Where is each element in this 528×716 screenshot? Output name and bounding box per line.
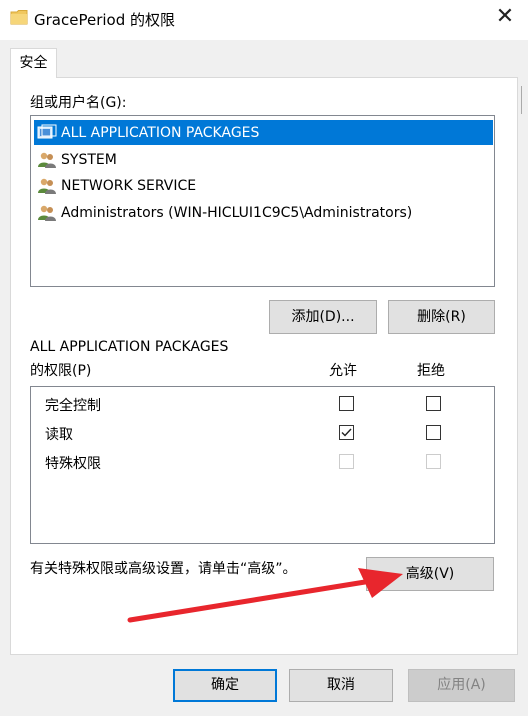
group-or-user-label: 组或用户名(G):: [30, 95, 127, 111]
principal-name: NETWORK SERVICE: [61, 177, 197, 194]
deny-checkbox: [426, 454, 441, 469]
add-button[interactable]: 添加(D)...: [269, 300, 377, 334]
column-allow-header: 允许: [329, 363, 357, 379]
list-item[interactable]: SYSTEM: [34, 147, 493, 172]
principal-name: Administrators (WIN-HICLUI1C9C5\Administ…: [61, 204, 413, 221]
folder-icon: [10, 9, 28, 25]
apply-button[interactable]: 应用(A): [408, 669, 515, 702]
cancel-button[interactable]: 取消: [289, 669, 393, 702]
permission-list: 完全控制 读取 特殊权限: [30, 386, 495, 544]
principal-list[interactable]: ALL APPLICATION PACKAGES SYSTEM NETWORK …: [30, 115, 495, 287]
permission-name: 完全控制: [45, 398, 101, 414]
permission-name: 特殊权限: [45, 456, 101, 472]
permission-row: 特殊权限: [31, 448, 494, 476]
column-deny-header: 拒绝: [417, 363, 445, 379]
users-icon: [37, 151, 57, 169]
users-icon: [37, 204, 57, 222]
deny-checkbox[interactable]: [426, 396, 441, 411]
allow-checkbox[interactable]: [339, 396, 354, 411]
remove-button[interactable]: 删除(R): [388, 300, 495, 334]
permission-row: 完全控制: [31, 390, 494, 418]
window-edge: [519, 40, 528, 716]
ok-button[interactable]: 确定: [173, 669, 277, 702]
allow-checkbox[interactable]: [339, 425, 354, 440]
close-icon[interactable]: ✕: [487, 2, 523, 34]
permissions-label: 的权限(P): [30, 363, 92, 379]
users-icon: [37, 177, 57, 195]
list-item[interactable]: Administrators (WIN-HICLUI1C9C5\Administ…: [34, 200, 493, 225]
list-item[interactable]: ALL APPLICATION PACKAGES: [34, 120, 493, 145]
app-packages-icon: [37, 124, 57, 142]
edge-mark: [521, 86, 525, 114]
permission-row: 读取: [31, 419, 494, 447]
window-title: GracePeriod 的权限: [34, 11, 175, 29]
list-item[interactable]: NETWORK SERVICE: [34, 173, 493, 198]
permission-name: 读取: [45, 427, 73, 443]
allow-checkbox: [339, 454, 354, 469]
annotation-arrow-icon: [127, 568, 403, 623]
permissions-for-name: ALL APPLICATION PACKAGES: [30, 339, 229, 355]
deny-checkbox[interactable]: [426, 425, 441, 440]
tab-security[interactable]: 安全: [10, 48, 57, 78]
principal-name: SYSTEM: [61, 151, 117, 168]
checkmark-icon: [341, 428, 352, 437]
principal-name: ALL APPLICATION PACKAGES: [61, 124, 260, 141]
